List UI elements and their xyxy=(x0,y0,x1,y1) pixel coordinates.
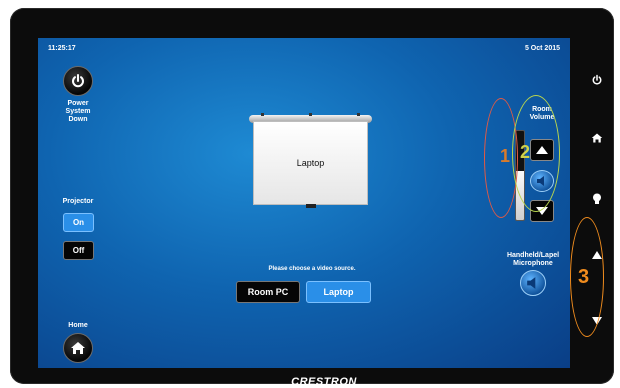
clock: 11:25:17 xyxy=(48,45,76,52)
source-room-pc-button[interactable]: Room PC xyxy=(236,281,300,303)
date: 5 Oct 2015 xyxy=(524,45,560,52)
source-laptop-button[interactable]: Laptop xyxy=(306,281,371,303)
projector-on-button[interactable]: On xyxy=(63,213,94,232)
current-source-display: Laptop xyxy=(253,121,368,205)
annotation-number-1: 1 xyxy=(500,146,511,166)
projector-heading: Projector xyxy=(62,198,94,205)
projector-off-button[interactable]: Off xyxy=(63,241,94,260)
power-system-down-button[interactable] xyxy=(63,66,93,96)
microphone-label: Handheld/Lapel Microphone xyxy=(506,252,560,267)
home-button[interactable] xyxy=(63,333,93,363)
hw-home-button[interactable] xyxy=(589,130,605,146)
home-icon xyxy=(71,342,85,354)
power-label: Power System Down xyxy=(65,100,91,123)
projection-screen: Laptop xyxy=(249,113,372,209)
lightbulb-icon xyxy=(593,193,601,204)
source-prompt: Please choose a video source. xyxy=(268,266,356,272)
microphone-mute-button[interactable] xyxy=(520,270,546,296)
annotation-number-2: 2 xyxy=(520,142,531,162)
speaker-icon xyxy=(527,277,536,289)
screen-pull-tab xyxy=(306,204,316,208)
home-label: Home xyxy=(68,322,88,329)
power-icon xyxy=(592,74,602,85)
home-icon xyxy=(591,133,603,143)
annotation-number-3: 3 xyxy=(578,266,590,288)
brand-logo: CRESTRON xyxy=(291,376,357,388)
power-icon xyxy=(72,74,84,88)
hw-power-button[interactable] xyxy=(589,72,605,88)
hw-light-button[interactable] xyxy=(589,191,605,207)
